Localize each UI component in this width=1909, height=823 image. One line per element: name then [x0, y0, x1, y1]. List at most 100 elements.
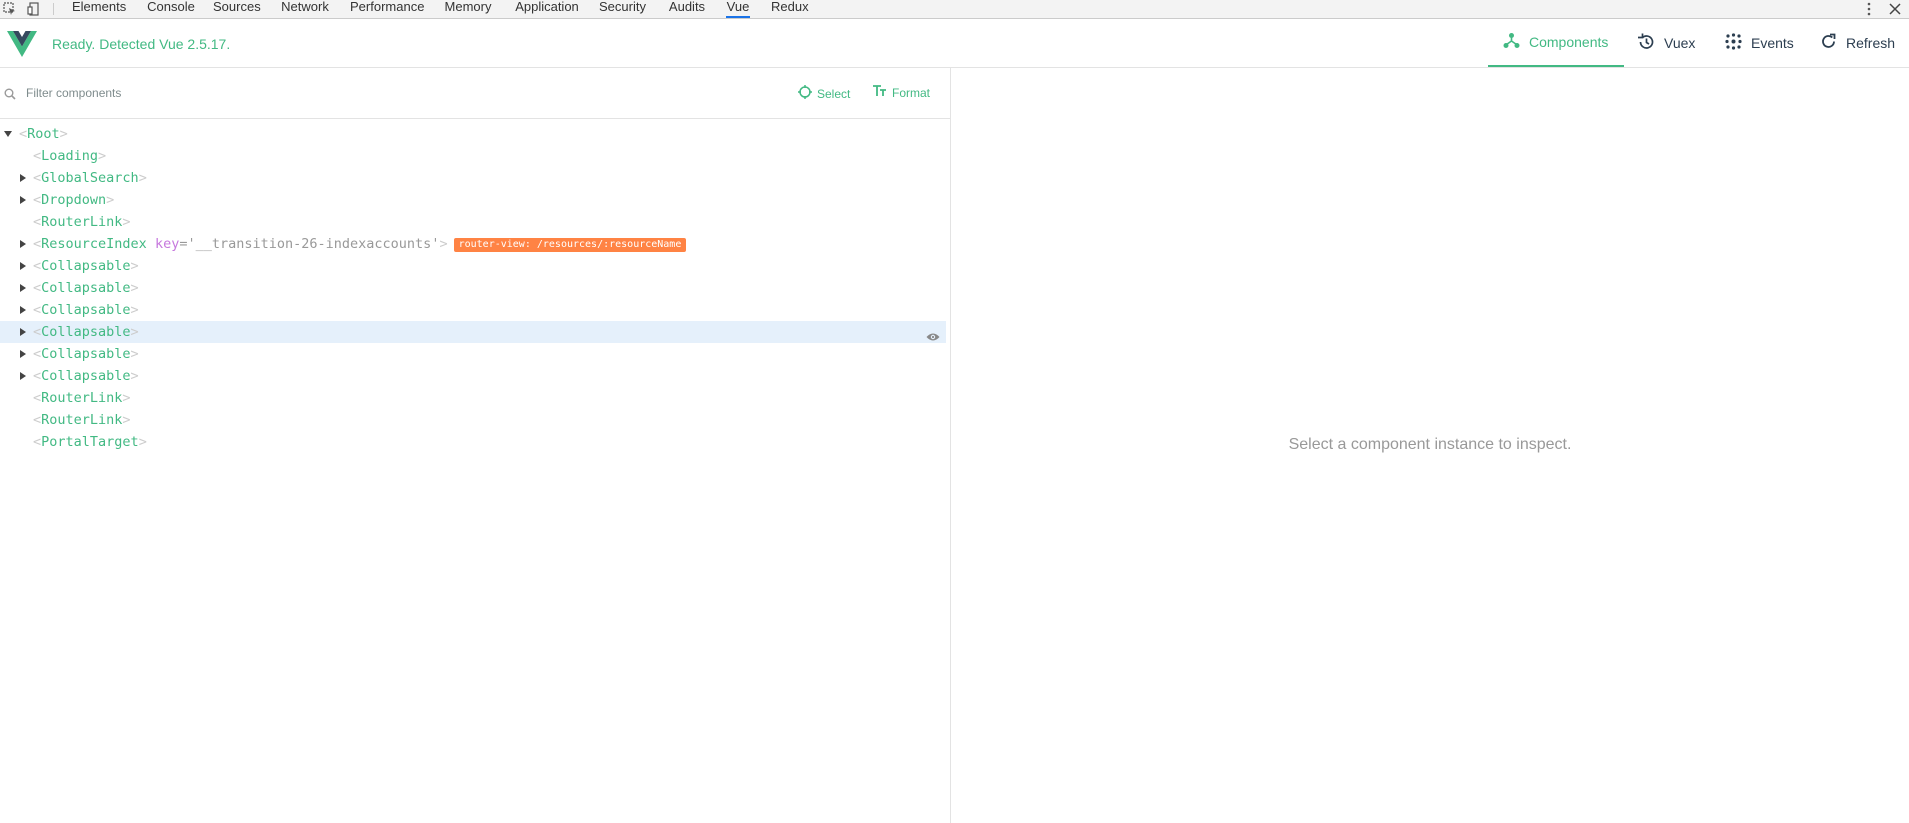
component-tag: <Collapsable>	[33, 299, 139, 321]
devtools-tab-vue[interactable]: Vue	[726, 0, 750, 18]
nav-events[interactable]: Events	[1725, 19, 1794, 67]
component-name: RouterLink	[41, 412, 123, 428]
tag-open-bracket: <	[33, 368, 42, 384]
tree-row[interactable]: <Collapsable>	[0, 299, 946, 321]
nav-vuex[interactable]: Vuex	[1637, 19, 1695, 67]
component-name: Collapsable	[41, 368, 131, 384]
devtools-tab-memory[interactable]: Memory	[444, 0, 492, 18]
nav-refresh[interactable]: Refresh	[1820, 19, 1895, 67]
tree-row[interactable]: <ResourceIndex key='__transition-26-inde…	[0, 233, 946, 255]
nav-components[interactable]: Components	[1488, 19, 1624, 67]
status-message: Ready. Detected Vue 2.5.17.	[52, 36, 231, 52]
component-tag: <PortalTarget>	[33, 431, 147, 453]
tag-close-bracket: >	[98, 148, 107, 164]
key-attribute-value: '__transition-26-indexaccounts'	[187, 236, 440, 252]
tree-row[interactable]: <Collapsable>	[0, 255, 946, 277]
tag-open-bracket: <	[33, 214, 42, 230]
format-button[interactable]: Format	[873, 85, 930, 100]
component-tag: <Collapsable>	[33, 277, 139, 299]
devtools-tab-redux[interactable]: Redux	[771, 0, 809, 18]
close-devtools-icon[interactable]	[1885, 0, 1905, 18]
filter-components-input[interactable]	[26, 82, 526, 104]
component-name: Collapsable	[41, 280, 131, 296]
tag-close-bracket: >	[138, 434, 147, 450]
tree-row[interactable]: <RouterLink>	[0, 409, 946, 431]
component-tag: <Collapsable>	[33, 255, 139, 277]
tag-close-bracket: >	[439, 236, 448, 252]
events-icon	[1725, 33, 1751, 53]
tag-close-bracket: >	[130, 258, 139, 274]
more-options-icon[interactable]	[1859, 0, 1879, 18]
tag-open-bracket: <	[33, 236, 42, 252]
expand-arrow-icon[interactable]	[20, 262, 26, 270]
devtools-tab-elements[interactable]: Elements	[72, 0, 126, 18]
component-tag: <Collapsable>	[33, 365, 139, 387]
component-name: Collapsable	[41, 302, 131, 318]
tag-open-bracket: <	[33, 390, 42, 406]
tag-close-bracket: >	[122, 390, 131, 406]
expand-arrow-icon[interactable]	[20, 174, 26, 182]
tag-open-bracket: <	[33, 324, 42, 340]
component-name: Dropdown	[41, 192, 107, 208]
device-toolbar-icon[interactable]	[24, 0, 44, 18]
vue-logo	[7, 31, 37, 62]
component-tag: <Dropdown>	[33, 189, 114, 211]
select-button-label: Select	[817, 86, 851, 101]
tree-row[interactable]: <Loading>	[0, 145, 946, 167]
tree-row[interactable]: <PortalTarget>	[0, 431, 946, 453]
devtools-tab-audits[interactable]: Audits	[668, 0, 706, 18]
expand-arrow-icon[interactable]	[20, 284, 26, 292]
component-tag: <Collapsable>	[33, 343, 139, 365]
tag-open-bracket: <	[33, 412, 42, 428]
tree-row[interactable]: <RouterLink>	[0, 211, 946, 233]
tag-close-bracket: >	[138, 170, 147, 186]
component-tag: <Loading>	[33, 145, 106, 167]
tag-open-bracket: <	[33, 346, 42, 362]
expand-arrow-icon[interactable]	[20, 328, 26, 336]
component-name: PortalTarget	[41, 434, 139, 450]
search-icon	[4, 87, 16, 105]
devtools-tab-network[interactable]: Network	[280, 0, 330, 18]
devtools-tab-sources[interactable]: Sources	[213, 0, 261, 18]
tree-row[interactable]: <Root>	[0, 123, 946, 145]
tree-row[interactable]: <Collapsable>	[0, 321, 946, 343]
component-tag: <RouterLink>	[33, 409, 131, 431]
component-tag: <GlobalSearch>	[33, 167, 147, 189]
tag-close-bracket: >	[122, 214, 131, 230]
devtools-tab-performance[interactable]: Performance	[350, 0, 424, 18]
tag-open-bracket: <	[33, 434, 42, 450]
devtools-tab-bar: Elements Console Sources Network Performance…	[0, 0, 1909, 19]
expand-arrow-icon[interactable]	[20, 350, 26, 358]
component-tag: <Collapsable>	[33, 321, 139, 343]
collapse-arrow-icon[interactable]	[4, 131, 12, 137]
expand-arrow-icon[interactable]	[20, 240, 26, 248]
component-tag: <ResourceIndex key='__transition-26-inde…	[33, 233, 687, 255]
tag-close-bracket: >	[130, 302, 139, 318]
select-button[interactable]: Select	[798, 85, 850, 102]
tree-row[interactable]: <RouterLink>	[0, 387, 946, 409]
devtools-tab-console[interactable]: Console	[147, 0, 195, 18]
component-name: Loading	[41, 148, 99, 164]
devtools-tab-application[interactable]: Application	[515, 0, 579, 18]
expand-arrow-icon[interactable]	[20, 306, 26, 314]
component-name: Collapsable	[41, 346, 131, 362]
component-name: Collapsable	[41, 258, 131, 274]
expand-arrow-icon[interactable]	[20, 196, 26, 204]
expand-arrow-icon[interactable]	[20, 372, 26, 380]
component-tag: <Root>	[19, 123, 68, 145]
tag-close-bracket: >	[59, 126, 68, 142]
devtools-tab-security[interactable]: Security	[599, 0, 646, 18]
tree-row[interactable]: <Dropdown>	[0, 189, 946, 211]
tree-row[interactable]: <Collapsable>	[0, 365, 946, 387]
tree-row[interactable]: <Collapsable>	[0, 343, 946, 365]
nav-components-label: Components	[1529, 34, 1609, 50]
history-icon	[1637, 33, 1664, 54]
tree-row[interactable]: <GlobalSearch>	[0, 167, 946, 189]
inspect-element-icon[interactable]	[0, 0, 20, 18]
tree-row[interactable]: <Collapsable>	[0, 277, 946, 299]
tag-open-bracket: <	[33, 280, 42, 296]
refresh-icon	[1820, 33, 1846, 53]
component-name: RouterLink	[41, 214, 123, 230]
inspector-pane: Select a component instance to inspect.	[951, 68, 1909, 823]
component-name: ResourceIndex	[41, 236, 147, 252]
